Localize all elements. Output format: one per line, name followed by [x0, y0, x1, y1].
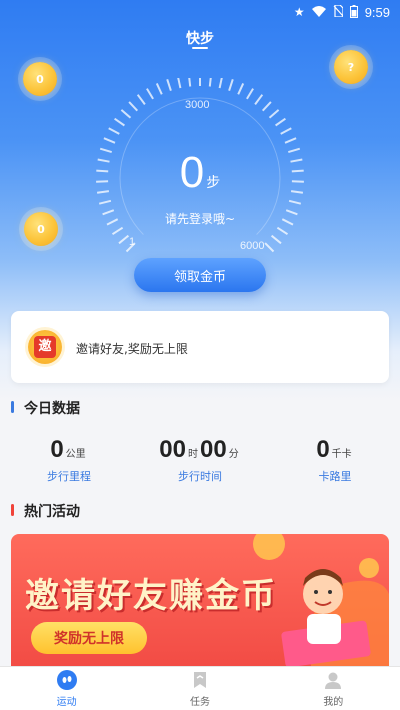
dial-tick	[103, 137, 116, 144]
tab-bar: 运动 任务 我的	[0, 666, 400, 710]
hours-value: 00	[159, 436, 186, 463]
dial-tick	[254, 94, 264, 105]
dial-tick	[111, 226, 124, 236]
dial-tick	[136, 94, 146, 105]
dial-tick	[270, 234, 282, 245]
user-icon	[325, 672, 342, 689]
claim-coins-button[interactable]: 领取金币	[134, 258, 266, 292]
hours-unit: 时	[188, 449, 198, 460]
distance-value: 0	[50, 436, 64, 463]
dial-tick	[228, 78, 234, 92]
tab-sport-label: 运动	[56, 696, 77, 708]
bookmark-icon	[193, 671, 206, 688]
step-counter: 0步	[0, 148, 400, 198]
dial-tick	[276, 226, 289, 236]
walk-time-stat: 00 时00 分 步行时间	[135, 436, 265, 484]
banner-title: 邀请好友赚金币	[25, 576, 277, 616]
scale-label-right: 6000	[240, 240, 265, 252]
activities-section-title: 热门活动	[24, 504, 80, 520]
clock: 9:59	[364, 4, 390, 20]
dial-tick	[177, 78, 182, 89]
dial-tick	[237, 82, 245, 95]
dial-tick	[146, 88, 154, 100]
calories-unit: 千卡	[331, 449, 352, 460]
section-marker	[11, 504, 14, 516]
today-section-title: 今日数据	[24, 401, 80, 417]
dial-tick	[188, 78, 192, 87]
dial-tick	[120, 109, 132, 119]
dial-tick	[108, 127, 120, 135]
dial-tick	[280, 127, 292, 135]
minutes-unit: 分	[228, 449, 239, 460]
login-hint[interactable]: 请先登录哦~	[0, 210, 400, 227]
walk-time-label: 步行时间	[178, 470, 222, 483]
page-title: 快步	[186, 31, 214, 47]
distance-unit: 公里	[65, 449, 86, 460]
title-underline	[192, 47, 208, 49]
tab-mine-label: 我的	[323, 696, 344, 708]
steps-unit: 步	[206, 175, 221, 191]
invite-badge-text: 邀	[34, 336, 56, 358]
scale-label-left: 1	[129, 236, 136, 248]
dial-tick	[155, 82, 163, 95]
tab-sport[interactable]: 运动	[0, 667, 133, 710]
steps-value: 0	[179, 148, 205, 197]
invite-banner[interactable]: 邀请好友赚金币 奖励无上限	[11, 534, 389, 666]
dial-tick	[261, 101, 272, 112]
star-icon: ★	[293, 5, 305, 19]
invite-card[interactable]: 邀 邀请好友,奖励无上限	[11, 311, 389, 383]
dial-tick	[264, 242, 275, 253]
scale-label-top: 3000	[185, 99, 210, 111]
distance-stat: 0 公里 步行里程	[4, 436, 134, 484]
calories-value: 0	[316, 436, 330, 463]
footprint-icon	[56, 669, 77, 690]
dial-tick	[275, 117, 286, 127]
dial-tick	[246, 88, 254, 100]
dial-tick	[166, 78, 172, 92]
dial-tick	[288, 199, 302, 205]
status-bar: ★ 9:59	[0, 0, 400, 24]
gold-coin[interactable]: 0	[23, 62, 57, 96]
dial-tick	[98, 199, 112, 205]
calories-label: 卡路里	[318, 470, 352, 483]
gold-coin[interactable]: ?	[334, 50, 368, 84]
invite-badge-icon: 邀	[28, 330, 62, 364]
dial-tick	[114, 117, 125, 127]
battery-icon	[349, 4, 358, 20]
dial-tick	[218, 78, 223, 89]
no-sim-icon	[333, 4, 344, 19]
tab-tasks-label: 任务	[189, 696, 210, 708]
dial-tick	[268, 109, 280, 119]
dial-tick	[284, 137, 297, 144]
tab-mine[interactable]: 我的	[267, 667, 400, 710]
banner-pill[interactable]: 奖励无上限	[31, 622, 147, 654]
dial-tick	[118, 234, 130, 245]
invite-text: 邀请好友,奖励无上限	[76, 342, 188, 356]
wifi-icon	[311, 5, 326, 19]
distance-label: 步行里程	[47, 470, 91, 483]
section-marker	[11, 401, 14, 413]
dial-tick	[208, 78, 212, 87]
minutes-value: 00	[200, 436, 227, 463]
dial-tick	[128, 101, 139, 112]
calories-stat: 0 千卡 卡路里	[270, 436, 400, 484]
tab-tasks[interactable]: 任务	[133, 667, 266, 710]
